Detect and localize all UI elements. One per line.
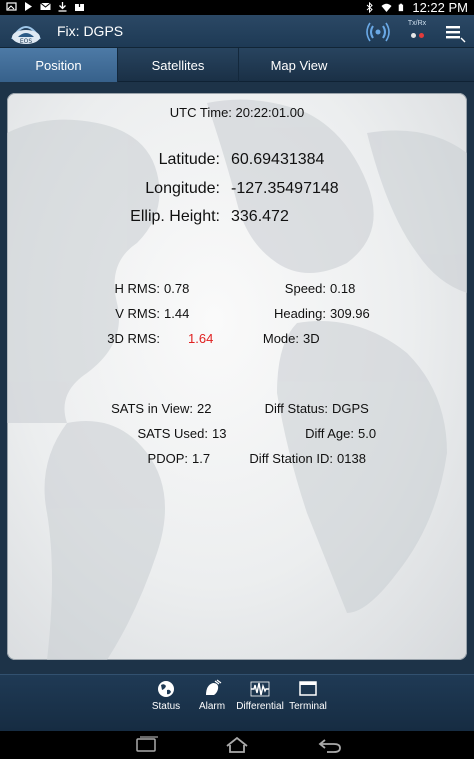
diff-status-label: Diff Status: — [264, 401, 328, 416]
clock: 12:22 PM — [412, 0, 468, 15]
mode-value: 3D — [303, 331, 320, 346]
sats-in-view-value: 22 — [197, 401, 212, 416]
position-panel: UTC Time: 20:22:01.00 Latitude: 60.69431… — [7, 93, 467, 660]
tab-map-view[interactable]: Map View — [239, 48, 359, 82]
differential-button[interactable]: Differential — [234, 679, 286, 712]
tab-satellites[interactable]: Satellites — [118, 48, 239, 82]
rms3d-label: 3D RMS: — [107, 331, 160, 346]
recent-apps-icon[interactable] — [133, 735, 159, 755]
sats-used-value: 13 — [212, 426, 227, 441]
menu-icon[interactable] — [444, 20, 466, 44]
longitude-value: -127.35497148 — [231, 180, 339, 197]
wifi-icon — [381, 3, 392, 12]
hrms-value: 0.78 — [164, 281, 190, 296]
rx-indicator — [419, 33, 424, 38]
txrx-label: Tx/Rx — [407, 20, 427, 27]
diff-age-value: 5.0 — [358, 426, 377, 441]
differential-icon — [250, 681, 270, 697]
globe-icon — [158, 681, 174, 697]
app-logo-icon[interactable]: EOS — [8, 17, 44, 47]
longitude-label: Longitude: — [145, 180, 220, 197]
back-icon[interactable] — [317, 735, 343, 755]
photo-icon — [6, 2, 17, 11]
sats-used-label: SATS Used: — [137, 426, 208, 441]
svg-text:EOS: EOS — [20, 38, 33, 45]
pdop-label: PDOP: — [147, 451, 188, 466]
height-label: Ellip. Height: — [130, 208, 220, 225]
gmail-icon — [40, 2, 51, 10]
tab-bar: Position Satellites Map View — [0, 48, 474, 82]
heading-label: Heading: — [273, 306, 326, 321]
terminal-button[interactable]: Terminal — [282, 679, 334, 712]
play-icon — [25, 2, 32, 11]
alarm-label: Alarm — [198, 701, 226, 712]
status-label: Status — [151, 701, 181, 712]
alarm-button[interactable]: Alarm — [186, 679, 238, 712]
hrms-label: H RMS: — [114, 281, 161, 296]
vrms-value: 1.44 — [164, 306, 190, 321]
differential-label: Differential — [236, 701, 284, 712]
action-bar: EOS Fix: DGPS Tx/Rx — [0, 15, 474, 48]
terminal-icon — [299, 681, 317, 696]
height-value: 336.472 — [231, 208, 289, 225]
mode-label: Mode: — [262, 331, 299, 346]
signal-icon[interactable] — [366, 20, 390, 44]
terminal-label: Terminal — [289, 701, 327, 712]
system-nav-bar — [0, 731, 474, 759]
world-map-background — [7, 99, 467, 660]
pdop-value: 1.7 — [192, 451, 211, 466]
diff-station-label: Diff Station ID: — [249, 451, 333, 466]
bottom-toolbar: Status Alarm Differential Terminal — [0, 674, 474, 731]
home-icon[interactable] — [224, 735, 250, 755]
diff-status-value: DGPS — [332, 401, 369, 416]
tx-indicator — [411, 33, 416, 38]
utc-time: UTC Time: 20:22:01.00 — [169, 105, 305, 120]
alarm-icon — [206, 679, 222, 695]
battery-icon — [399, 3, 404, 12]
latitude-value: 60.69431384 — [231, 151, 325, 168]
status-bar: 12:22 PM — [0, 0, 474, 15]
status-button[interactable]: Status — [140, 679, 192, 712]
heading-value: 309.96 — [330, 306, 370, 321]
speed-label: Speed: — [284, 281, 326, 296]
speed-value: 0.18 — [330, 281, 356, 296]
diff-age-label: Diff Age: — [305, 426, 354, 441]
bluetooth-icon — [367, 2, 374, 13]
fix-status-title: Fix: DGPS — [57, 23, 124, 39]
notification-icons — [6, 1, 85, 12]
txrx-icon[interactable]: Tx/Rx — [404, 20, 430, 44]
sats-in-view-label: SATS in View: — [111, 401, 193, 416]
tab-position[interactable]: Position — [0, 48, 118, 82]
upload-icon — [75, 2, 84, 11]
vrms-label: V RMS: — [115, 306, 160, 321]
rms3d-value: 1.64 — [188, 331, 214, 346]
diff-station-value: 0138 — [337, 451, 366, 466]
latitude-label: Latitude: — [158, 151, 220, 168]
download-icon — [58, 2, 67, 12]
